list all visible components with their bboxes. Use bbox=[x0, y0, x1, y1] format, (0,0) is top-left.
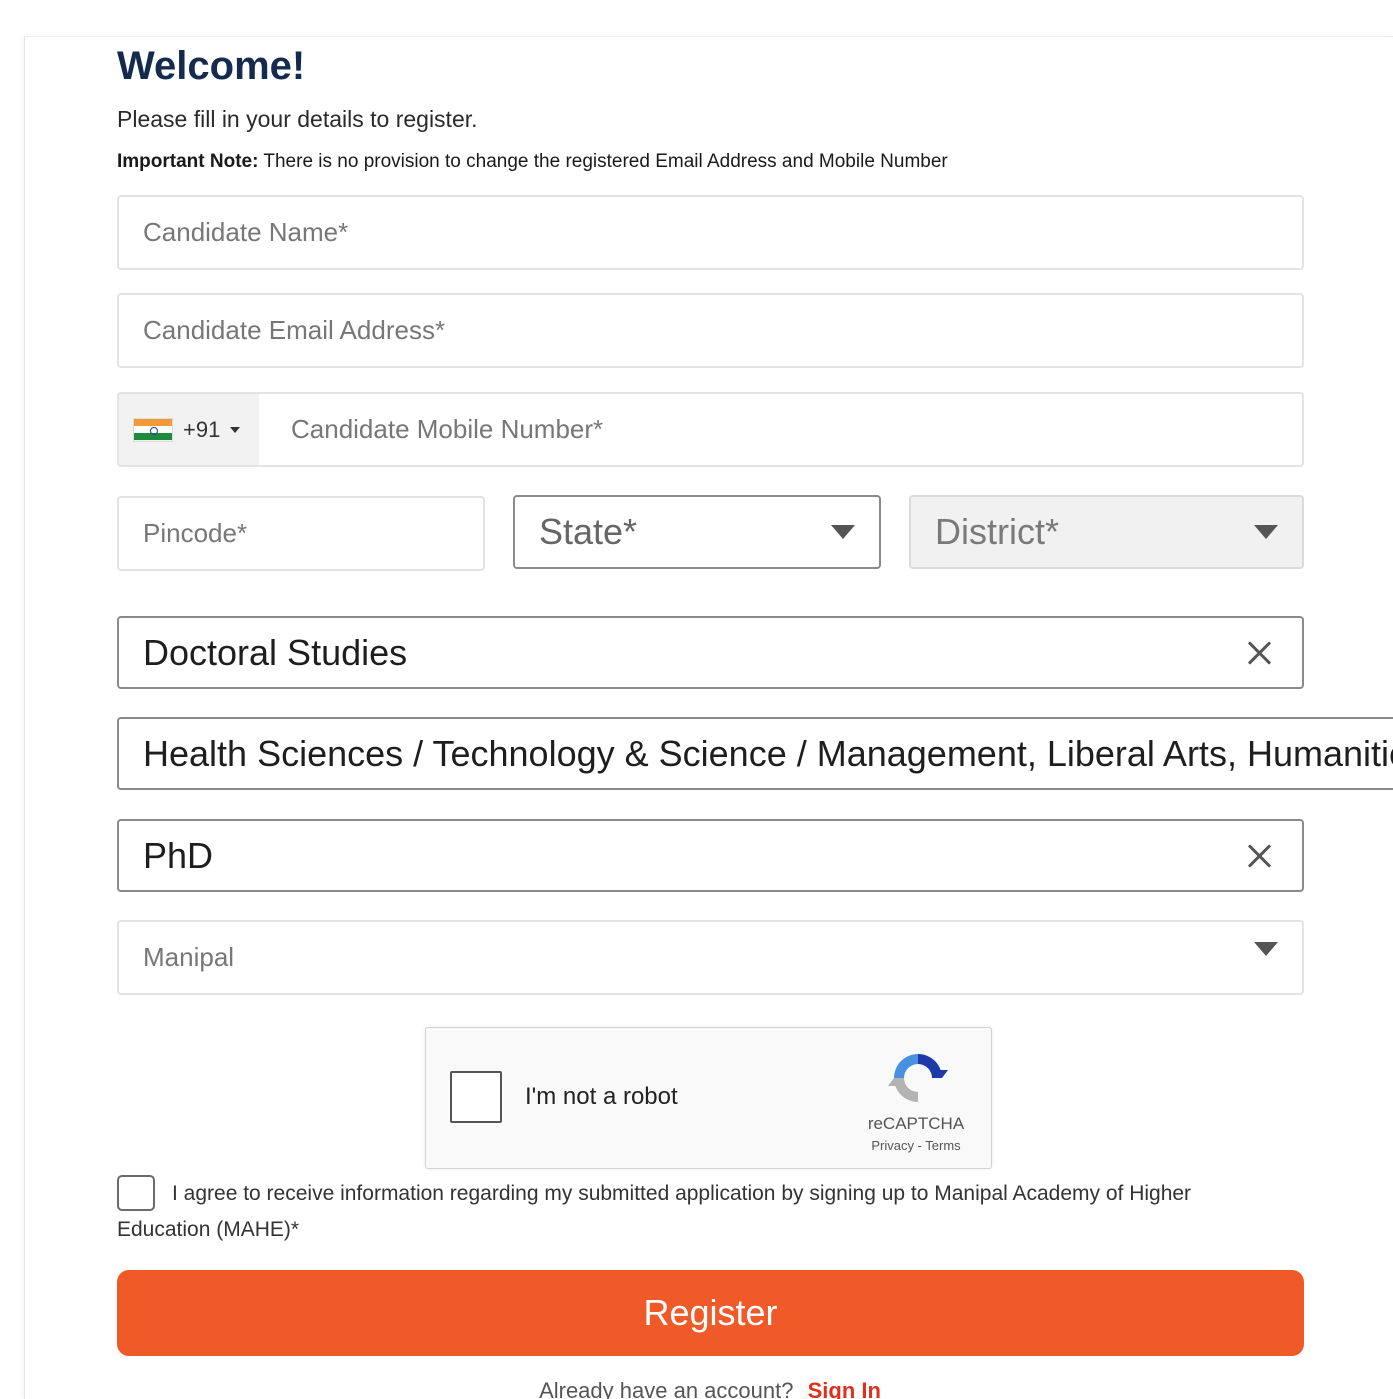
signin-prompt-line: Already have an account? Sign In bbox=[0, 1378, 1393, 1399]
program-level-value: Doctoral Studies bbox=[143, 631, 408, 673]
clear-icon[interactable] bbox=[1246, 843, 1272, 869]
candidate-email-placeholder: Candidate Email Address* bbox=[143, 315, 446, 345]
candidate-name-input[interactable]: Candidate Name* bbox=[117, 195, 1304, 270]
recaptcha-links[interactable]: Privacy - Terms bbox=[846, 1138, 986, 1153]
india-flag-icon bbox=[133, 417, 173, 442]
consent-text: I agree to receive information regarding… bbox=[117, 1182, 1192, 1241]
state-select[interactable]: State* bbox=[513, 495, 881, 569]
note-label: Important Note: bbox=[117, 151, 259, 172]
program-value: PhD bbox=[143, 834, 214, 876]
program-level-select[interactable]: Doctoral Studies bbox=[117, 616, 1304, 689]
candidate-name-placeholder: Candidate Name* bbox=[143, 217, 349, 247]
discipline-select[interactable]: Health Sciences / Technology & Science /… bbox=[117, 717, 1393, 790]
state-placeholder: State* bbox=[539, 511, 638, 552]
page-title: Welcome! bbox=[117, 44, 306, 88]
campus-select[interactable]: Manipal bbox=[117, 920, 1304, 995]
important-note: Important Note: There is no provision to… bbox=[117, 149, 948, 175]
registration-page: Welcome! Please fill in your details to … bbox=[0, 0, 1393, 1399]
recaptcha-logo-icon bbox=[888, 1054, 948, 1102]
dropdown-arrow-icon bbox=[831, 525, 855, 539]
dropdown-arrow-icon bbox=[1254, 525, 1278, 539]
recaptcha-widget: I'm not a robot reCAPTCHA Privacy - Term… bbox=[425, 1027, 992, 1169]
recaptcha-brand: reCAPTCHA bbox=[867, 1114, 965, 1133]
recaptcha-checkbox[interactable] bbox=[450, 1071, 502, 1123]
program-select[interactable]: PhD bbox=[117, 819, 1304, 892]
district-select[interactable]: District* bbox=[909, 495, 1304, 569]
dropdown-arrow-icon bbox=[1254, 942, 1278, 956]
page-subtitle: Please fill in your details to register. bbox=[117, 106, 478, 132]
mobile-number-field: +91 Candidate Mobile Number* bbox=[117, 392, 1304, 467]
note-text: There is no provision to change the regi… bbox=[263, 151, 948, 172]
district-placeholder: District* bbox=[935, 511, 1059, 552]
chevron-down-icon bbox=[230, 426, 241, 433]
pincode-placeholder: Pincode* bbox=[143, 518, 248, 548]
signin-link[interactable]: Sign In bbox=[808, 1378, 881, 1399]
pincode-input[interactable]: Pincode* bbox=[117, 496, 485, 571]
candidate-email-input[interactable]: Candidate Email Address* bbox=[117, 293, 1304, 368]
clear-icon[interactable] bbox=[1246, 640, 1272, 666]
signin-prompt: Already have an account? bbox=[539, 1378, 794, 1399]
dial-code: +91 bbox=[183, 416, 221, 442]
discipline-value: Health Sciences / Technology & Science /… bbox=[143, 732, 1393, 774]
mobile-number-input[interactable]: Candidate Mobile Number* bbox=[259, 414, 603, 445]
register-button[interactable]: Register bbox=[117, 1270, 1304, 1356]
campus-value: Manipal bbox=[143, 942, 235, 972]
country-code-selector[interactable]: +91 bbox=[119, 394, 259, 465]
recaptcha-label: I'm not a robot bbox=[525, 1083, 678, 1110]
